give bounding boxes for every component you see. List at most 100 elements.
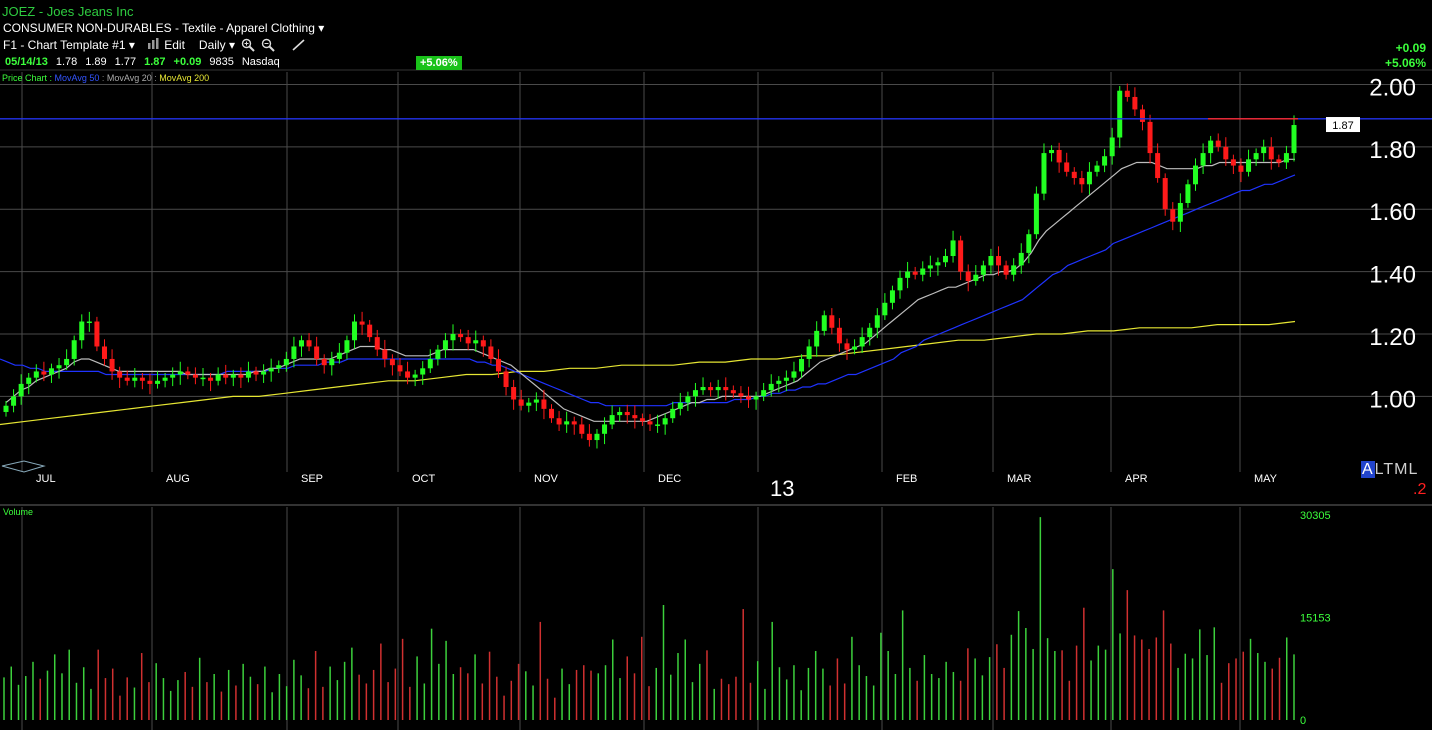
candle-body: [874, 315, 880, 328]
candle-body: [1170, 209, 1176, 222]
candle-body: [738, 393, 744, 397]
candle-body: [1246, 159, 1252, 172]
candle-body: [1079, 178, 1085, 185]
altml-toggle[interactable]: ALTML: [1361, 461, 1418, 479]
candle-body: [162, 377, 168, 381]
candle-body: [1124, 90, 1130, 97]
candle-body: [685, 396, 691, 403]
candle-body: [170, 374, 176, 378]
chart-legend: Price Chart : MovAvg 50 : MovAvg 20 : Mo…: [2, 73, 209, 83]
chevron-down-icon: ▾: [228, 38, 235, 52]
candle-body: [579, 424, 585, 434]
candle-body: [1147, 121, 1153, 154]
template-dropdown[interactable]: F1 - Chart Template #1 ▾: [3, 38, 135, 52]
candle-body: [571, 421, 577, 425]
candle-body: [283, 358, 289, 366]
candle-body: [1003, 265, 1009, 275]
draw-pen-icon[interactable]: [291, 38, 307, 52]
sector-dropdown[interactable]: CONSUMER NON-DURABLES - Textile - Appare…: [3, 21, 324, 35]
candle-body: [1253, 153, 1259, 160]
candle-body: [761, 390, 767, 397]
candle-body: [367, 324, 373, 338]
candle-body: [1132, 96, 1138, 110]
candle-body: [374, 337, 380, 350]
candle-body: [814, 330, 820, 347]
candle-body: [776, 380, 782, 384]
legend-ma200[interactable]: MovAvg 200: [159, 73, 209, 83]
candle-body: [473, 340, 479, 344]
candle-body: [1094, 165, 1100, 172]
candle-body: [321, 358, 327, 366]
quote-change: +0.09: [173, 56, 202, 68]
legend-label: Price Chart: [2, 73, 48, 83]
candle-body: [882, 302, 888, 316]
candle-body: [185, 371, 191, 375]
candle-body: [442, 340, 448, 350]
chart-toolbar: F1 - Chart Template #1 ▾ Edit Daily ▾: [3, 38, 307, 52]
candle-body: [670, 408, 676, 419]
right-change-value: +0.09: [1395, 41, 1426, 55]
altml-a: A: [1361, 461, 1375, 478]
month-tick-label: OCT: [412, 473, 436, 485]
candle-body: [1109, 137, 1115, 157]
candle-body: [1064, 162, 1070, 172]
candle-body: [192, 374, 198, 378]
candle-body: [632, 415, 638, 419]
candle-body: [1071, 171, 1077, 179]
candle-body: [336, 352, 342, 359]
candle-body: [276, 365, 282, 369]
candle-body: [268, 368, 274, 372]
quote-exchange: Nasdaq: [241, 56, 280, 68]
quote-low: 1.77: [114, 56, 137, 68]
volume-panel-label: Volume: [3, 507, 34, 517]
candle-body: [617, 411, 623, 416]
candle-body: [867, 327, 873, 338]
candle-body: [1056, 149, 1062, 163]
price-tick-label: 1.60: [1369, 199, 1416, 226]
zoom-in-icon[interactable]: [241, 38, 255, 52]
month-tick-label: MAR: [1007, 473, 1032, 485]
candle-body: [980, 265, 986, 275]
candle-body: [223, 374, 229, 378]
candle-body: [905, 271, 911, 278]
candle-body: [730, 390, 736, 394]
candle-body: [942, 256, 948, 263]
edit-label: Edit: [164, 38, 185, 52]
candle-body: [549, 408, 555, 419]
candle-body: [1261, 146, 1267, 154]
bar-chart-icon: [147, 38, 159, 49]
legend-ma50[interactable]: MovAvg 50: [55, 73, 100, 83]
candle-body: [1011, 265, 1017, 275]
candle-body: [298, 340, 304, 347]
candle-body: [450, 334, 456, 341]
candle-body: [821, 315, 827, 331]
candle-body: [261, 371, 267, 375]
month-tick-label: DEC: [658, 473, 681, 485]
zoom-out-icon[interactable]: [261, 38, 275, 52]
candle-body: [1041, 153, 1047, 194]
footnote-value: .2: [1413, 481, 1427, 498]
month-tick-label: FEB: [896, 473, 917, 485]
chevron-down-icon: ▾: [128, 38, 135, 52]
candle-body: [329, 358, 335, 366]
edit-button[interactable]: Edit: [147, 38, 185, 52]
candle-body: [71, 340, 77, 359]
month-tick-label: AUG: [166, 473, 190, 485]
candle-body: [965, 271, 971, 281]
candle-body: [245, 371, 251, 378]
candle-body: [988, 256, 994, 266]
right-change-pct: +5.06%: [1384, 56, 1426, 70]
legend-sep: :: [47, 73, 55, 83]
candle-body: [1139, 109, 1145, 122]
ticker-title[interactable]: JOEZ - Joes Jeans Inc: [2, 4, 134, 19]
month-tick-label: MAY: [1254, 473, 1278, 485]
month-tick-label: JUL: [36, 473, 56, 485]
candle-body: [556, 418, 562, 425]
candle-body: [359, 321, 365, 325]
candle-body: [147, 380, 153, 384]
candle-body: [973, 274, 979, 281]
period-dropdown[interactable]: Daily ▾: [199, 38, 235, 52]
legend-ma20[interactable]: MovAvg 20: [107, 73, 152, 83]
candle-body: [177, 371, 183, 375]
candle-body: [94, 321, 100, 347]
